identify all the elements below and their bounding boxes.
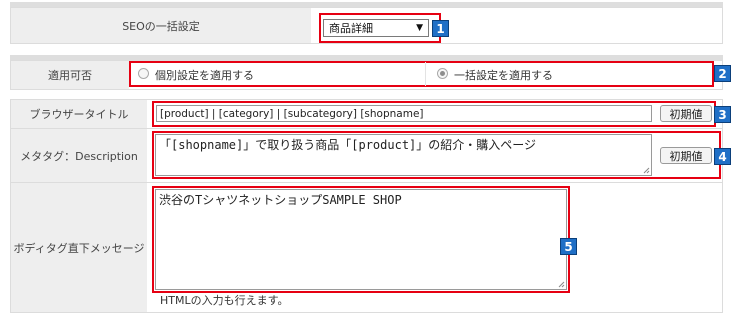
body-message-value: 渋谷のTシャツネットショップSAMPLE SHOP [159, 193, 402, 207]
radio-bulk-label[interactable]: 一括設定を適用する [454, 67, 553, 83]
callout-badge-1: 1 [432, 20, 449, 37]
resize-grip-icon[interactable] [557, 280, 565, 288]
meta-description-reset-button[interactable]: 初期値 [660, 147, 712, 164]
radio-bulk[interactable] [437, 68, 448, 79]
apply-row-label: 適用可否 [11, 61, 129, 89]
callout-badge-4: 4 [714, 148, 731, 165]
meta-description-label: メタタグ：Description [11, 129, 147, 182]
callout-badge-5: 5 [560, 238, 577, 255]
callout-badge-2: 2 [714, 65, 731, 82]
option-separator [425, 62, 426, 86]
seo-page-select[interactable]: 商品詳細 ▼ [323, 19, 429, 37]
radio-individual[interactable] [138, 68, 149, 79]
meta-description-textarea[interactable]: 「[shopname]」で取り扱う商品「[product]」の紹介・購入ページ [155, 134, 652, 176]
callout-badge-3: 3 [714, 106, 731, 123]
browser-title-input[interactable]: [product] | [category] | [subcategory] [… [156, 105, 652, 122]
seo-row-label: SEOの一括設定 [11, 8, 311, 43]
radio-individual-label[interactable]: 個別設定を適用する [155, 67, 254, 83]
body-message-label: ボディタグ直下メッセージ [11, 183, 147, 312]
browser-title-value: [product] | [category] | [subcategory] [… [160, 107, 424, 120]
browser-title-reset-button[interactable]: 初期値 [660, 105, 712, 122]
chevron-down-icon: ▼ [416, 23, 423, 33]
meta-description-value: 「[shopname]」で取り扱う商品「[product]」の紹介・購入ページ [159, 138, 537, 152]
body-message-textarea[interactable]: 渋谷のTシャツネットショップSAMPLE SHOP [155, 189, 567, 290]
seo-select-value: 商品詳細 [329, 22, 373, 35]
body-message-note: HTMLの入力も行えます。 [160, 294, 289, 307]
browser-title-label: ブラウザータイトル [11, 100, 147, 128]
resize-grip-icon[interactable] [642, 166, 650, 174]
